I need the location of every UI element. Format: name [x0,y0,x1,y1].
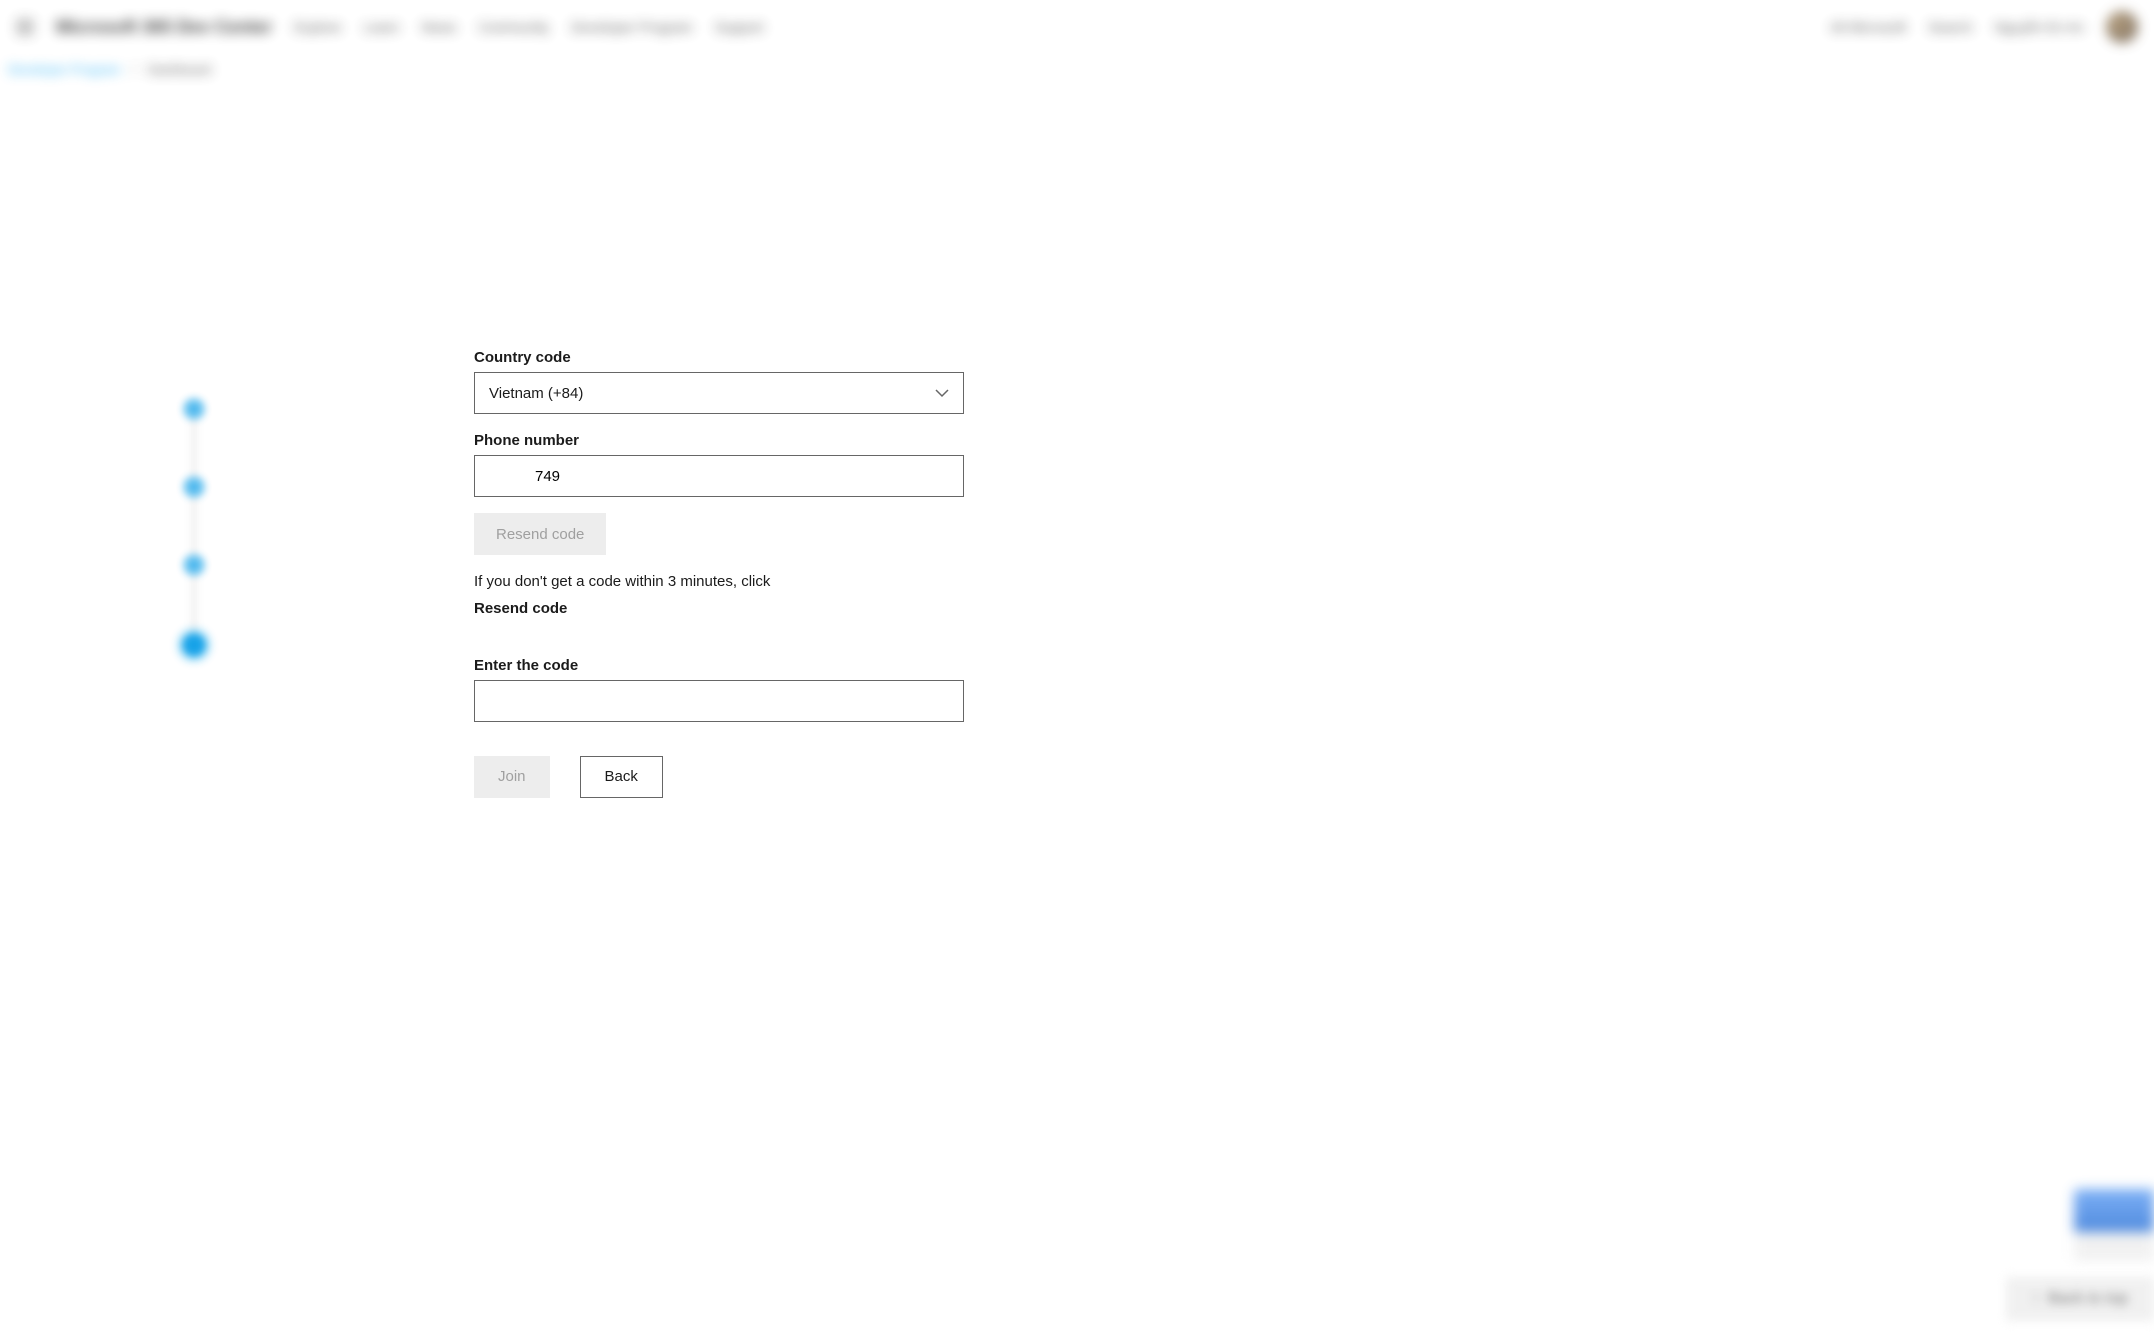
arrow-up-icon: ↑ [2032,1290,2040,1308]
action-buttons: Join Back [474,756,974,798]
join-button[interactable]: Join [474,756,550,798]
nav-developer-program[interactable]: Developer Program [571,19,692,35]
top-nav-bar: Microsoft 365 Dev Center Explore Learn N… [0,0,2154,54]
brand-title: Microsoft 365 Dev Center [56,17,272,38]
nav-search[interactable]: Search [1928,19,1972,35]
back-to-top-label: Back to top [2048,1290,2128,1308]
chevron-down-icon [935,385,949,401]
info-text: If you don't get a code within 3 minutes… [474,571,974,594]
step-1-dot [184,399,204,419]
phone-number-input[interactable] [474,455,964,497]
verification-code-input[interactable] [474,680,964,722]
phone-number-label: Phone number [474,432,974,449]
country-code-value: Vietnam (+84) [489,385,583,402]
step-2-dot [184,477,204,497]
nav-learn[interactable]: Learn [364,19,400,35]
nav-right: All Microsoft Search Nguyễn En An [1830,11,2138,43]
nav-support[interactable]: Support [715,19,764,35]
nav-user-name[interactable]: Nguyễn En An [1994,19,2084,35]
resend-code-button[interactable]: Resend code [474,513,606,555]
back-button[interactable]: Back [580,756,663,798]
phone-verification-form: Country code Vietnam (+84) Phone number … [474,349,974,798]
country-code-select[interactable]: Vietnam (+84) [474,372,964,414]
main-content: Country code Vietnam (+84) Phone number … [0,349,2154,798]
info-text-bold: Resend code [474,600,974,617]
breadcrumb-current: Dashboard [148,62,212,77]
nav-all-microsoft[interactable]: All Microsoft [1830,19,1906,35]
nav-news[interactable]: News [421,19,456,35]
step-line [193,419,195,477]
breadcrumb-link[interactable]: Developer Program [8,62,121,77]
step-3-dot [184,555,204,575]
recaptcha-badge [2074,1189,2154,1261]
country-code-label: Country code [474,349,974,366]
nav-explore[interactable]: Explore [294,19,341,35]
hamburger-menu-icon[interactable] [16,20,34,34]
breadcrumb-separator: / [132,62,136,77]
back-to-top-button[interactable]: ↑ Back to top [2006,1277,2154,1321]
step-line [193,497,195,555]
breadcrumb: Developer Program / Dashboard [0,54,2154,89]
enter-code-label: Enter the code [474,657,974,674]
avatar[interactable] [2106,11,2138,43]
wizard-stepper [24,349,364,798]
step-line [193,575,195,633]
step-4-dot [182,633,206,657]
nav-left: Microsoft 365 Dev Center Explore Learn N… [16,17,764,38]
nav-community[interactable]: Community [478,19,549,35]
